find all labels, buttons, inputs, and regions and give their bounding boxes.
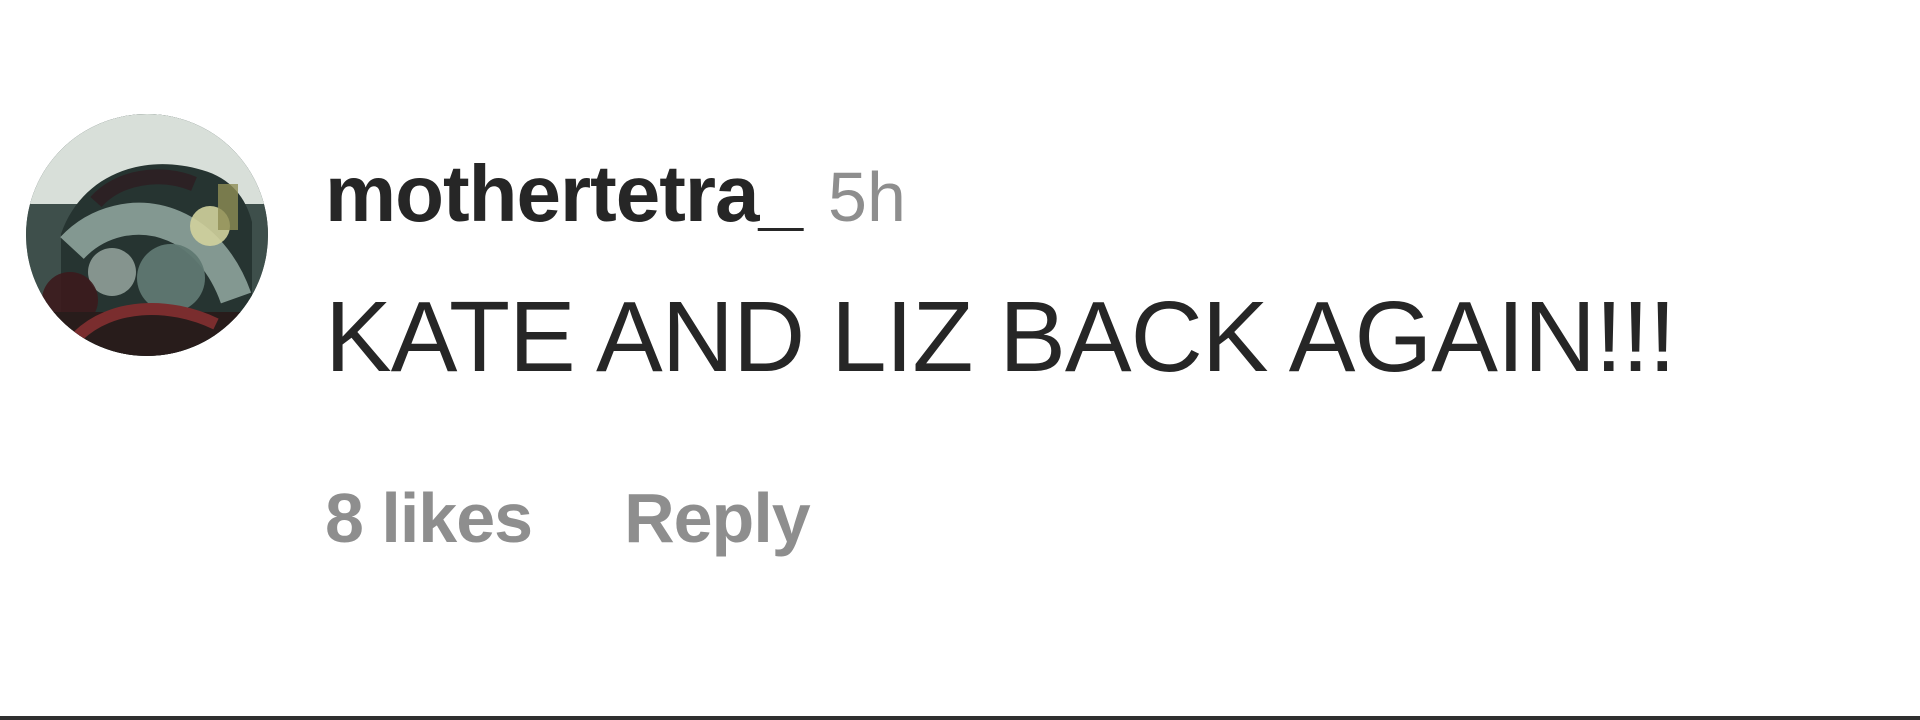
comment-actions: 8 likes Reply [325,478,811,558]
comment-item: mothertetra_ 5h KATE AND LIZ BACK AGAIN!… [0,0,1920,716]
avatar[interactable] [26,114,268,356]
reply-button[interactable]: Reply [624,478,811,558]
avatar-image [26,114,268,356]
comment-timestamp: 5h [828,158,906,236]
username-link[interactable]: mothertetra_ [325,148,803,240]
comment-header: mothertetra_ 5h [325,148,906,238]
bottom-border [0,716,1920,720]
comment-text: KATE AND LIZ BACK AGAIN!!! [325,281,1676,393]
likes-count[interactable]: 8 likes [325,478,533,558]
